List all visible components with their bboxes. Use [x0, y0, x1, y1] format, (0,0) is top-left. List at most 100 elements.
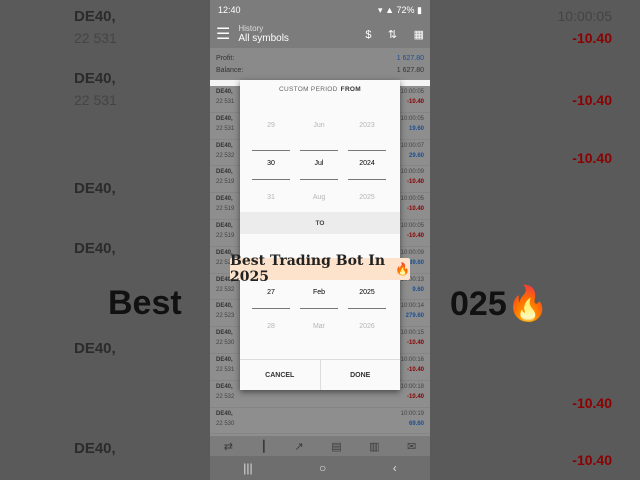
from-month-next[interactable]: Aug: [300, 194, 338, 201]
to-month-next[interactable]: Mar: [300, 323, 338, 330]
from-date-wheel[interactable]: 29 Jun 2023 30 Jul 2024 31 Aug 2025: [240, 98, 400, 212]
deal-price: 22 519: [216, 179, 235, 186]
deal-symbol: DE40,: [216, 169, 233, 176]
from-month-selected[interactable]: Jul: [300, 160, 338, 167]
profit-value: 1 627.80: [396, 54, 424, 62]
currency-filter-icon[interactable]: $: [365, 29, 371, 41]
deal-price: 22 531: [216, 125, 235, 132]
bg-symbol: DE40,: [74, 180, 116, 197]
from-day-prev[interactable]: 29: [252, 122, 290, 129]
deal-price: 22 531: [216, 366, 235, 373]
deal-profit: -10.40: [406, 393, 424, 400]
trade-icon[interactable]: ↗: [295, 440, 304, 453]
deal-profit: 29.60: [408, 152, 424, 159]
deal-profit: 279.60: [405, 313, 424, 320]
history-icon[interactable]: ▤: [331, 440, 341, 453]
bg-symbol: DE40,: [74, 240, 116, 257]
sort-icon[interactable]: ⇅: [388, 29, 397, 41]
bg-symbol: DE40,: [74, 340, 116, 357]
background-left-panel: DE40, 22 531 DE40, 22 531 DE40, DE40, DE…: [0, 0, 210, 480]
deal-profit: -10.40: [406, 206, 424, 213]
back-icon[interactable]: ‹: [393, 461, 397, 475]
from-year-next[interactable]: 2025: [348, 194, 386, 201]
deal-symbol: DE40,: [216, 115, 233, 122]
background-right-panel: 10:00:05 -10.40 -10.40 -10.40 025🔥 -10.4…: [430, 0, 640, 480]
calendar-icon[interactable]: ▦: [414, 29, 424, 41]
to-year-next[interactable]: 2026: [348, 323, 386, 330]
from-month-prev[interactable]: Jun: [300, 122, 338, 129]
deal-time: 10:00:18: [400, 383, 424, 390]
summary-panel: Profit: 1 627.80 Balance: 1 627.80: [210, 48, 430, 80]
quotes-icon[interactable]: ⇄: [224, 440, 233, 453]
deal-time: 10:00:09: [400, 249, 424, 256]
promo-banner: Best Trading Bot In 2025 🔥: [230, 253, 410, 285]
bg-symbol: DE40,: [74, 70, 116, 87]
deal-time: 10:00:15: [400, 330, 424, 337]
deal-profit: 69.60: [408, 420, 424, 427]
deal-time: 10:00:07: [400, 142, 424, 149]
from-day-next[interactable]: 31: [252, 194, 290, 201]
bg-pl: -10.40: [572, 92, 612, 108]
menu-icon[interactable]: ☰: [216, 24, 230, 44]
dialog-header-prefix: CUSTOM PERIOD: [278, 85, 338, 93]
bg-banner-text: Best: [108, 284, 182, 322]
balance-label: Balance:: [216, 66, 244, 74]
deal-price: 22 532: [216, 152, 235, 159]
bg-pl: -10.40: [572, 395, 612, 411]
dialog-header: CUSTOM PERIOD FROM: [240, 80, 400, 98]
done-button[interactable]: DONE: [319, 360, 401, 390]
dialog-footer: CANCEL DONE: [240, 359, 400, 390]
promo-banner-text: Best Trading Bot In 2025: [230, 253, 385, 285]
deal-symbol: DE40,: [216, 356, 233, 363]
deal-time: 10:00:05: [400, 89, 424, 95]
app-bar: ☰ History All symbols $ ⇅ ▦: [210, 20, 430, 48]
deal-symbol: DE40,: [216, 222, 233, 229]
cancel-button[interactable]: CANCEL: [240, 360, 320, 390]
home-icon[interactable]: ○: [319, 461, 326, 475]
deal-price: 22 519: [216, 206, 235, 213]
to-day-next[interactable]: 28: [252, 323, 290, 330]
to-year-selected[interactable]: 2025: [348, 289, 386, 296]
deal-price: 22 530: [216, 420, 235, 427]
deal-time: 10:00:16: [400, 356, 424, 363]
deal-symbol: DE40,: [216, 89, 233, 95]
deal-profit: -10.40: [406, 366, 424, 373]
from-year-prev[interactable]: 2023: [348, 122, 386, 129]
news-icon[interactable]: ▥: [369, 440, 379, 453]
deal-symbol: DE40,: [216, 383, 233, 390]
deal-profit: -10.40: [406, 179, 424, 186]
from-year-selected[interactable]: 2024: [348, 160, 386, 167]
fire-icon: 🔥: [395, 262, 410, 276]
deal-price: 22 532: [216, 393, 235, 400]
bg-symbol: DE40,: [74, 440, 116, 457]
messages-icon[interactable]: ✉: [407, 440, 416, 453]
battery-icon: ▮: [417, 4, 422, 15]
deal-symbol: DE40,: [216, 142, 233, 149]
deal-row[interactable]: DE40, 22 530 10:00:19 69.60: [210, 408, 430, 435]
battery-level: 72%: [396, 4, 415, 15]
bg-time: 10:00:05: [557, 8, 613, 24]
deal-price: 22 519: [216, 232, 235, 239]
dialog-header-from: FROM: [340, 85, 362, 93]
deal-profit: -10.40: [406, 232, 424, 239]
to-month-selected[interactable]: Feb: [300, 289, 338, 296]
app-bar-title[interactable]: All symbols: [238, 33, 353, 44]
bg-price: 22 531: [74, 92, 117, 108]
status-icons: ▾ ▲ 72% ▮: [378, 5, 422, 16]
status-bar: 12:40 ▾ ▲ 72% ▮: [210, 0, 430, 20]
signal-icon: ▲: [385, 4, 394, 15]
deal-time: 10:00:05: [400, 115, 424, 122]
deal-profit: -10.40: [406, 340, 424, 347]
from-day-selected[interactable]: 30: [252, 160, 290, 167]
bg-pl: -10.40: [572, 150, 612, 166]
deal-symbol: DE40,: [216, 303, 233, 310]
deal-time: 10:00:19: [400, 410, 424, 417]
recents-icon[interactable]: |||: [243, 461, 252, 475]
deal-price: 22 523: [216, 313, 235, 320]
deal-profit: -10.40: [406, 99, 424, 105]
status-time: 12:40: [218, 5, 241, 15]
to-day-selected[interactable]: 27: [252, 289, 290, 296]
profit-label: Profit:: [216, 54, 235, 62]
app-bar-subtitle: History: [238, 24, 264, 33]
chart-icon[interactable]: ┃: [260, 440, 267, 453]
